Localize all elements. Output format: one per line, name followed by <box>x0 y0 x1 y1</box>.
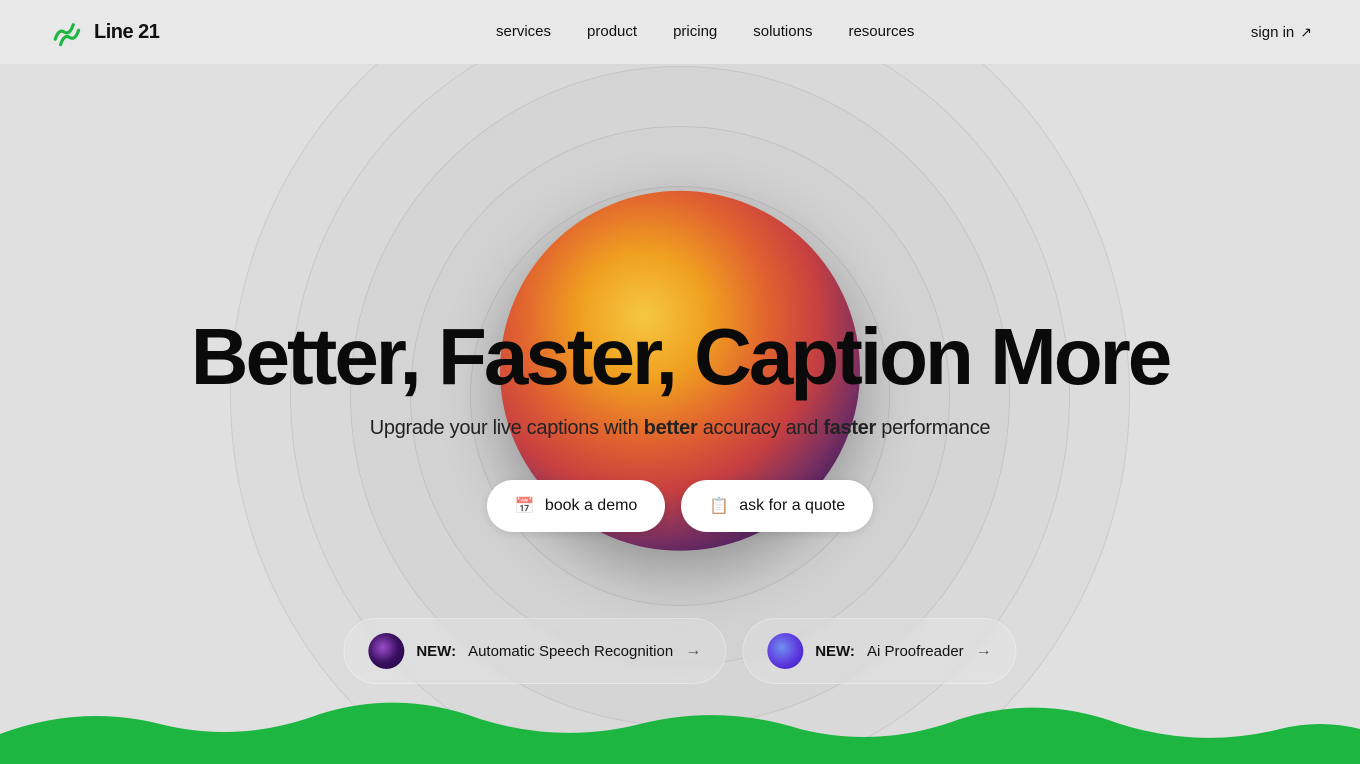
asr-arrow-icon: → <box>685 642 701 660</box>
ai-badge: NEW: <box>815 643 855 660</box>
logo[interactable]: Line 21 <box>48 14 159 50</box>
asr-icon <box>368 633 404 669</box>
sign-in-link[interactable]: sign in ↗ <box>1251 24 1312 41</box>
asr-pill[interactable]: NEW: Automatic Speech Recognition → <box>343 618 726 684</box>
logo-text: Line 21 <box>94 21 159 44</box>
sign-in-arrow-icon: ↗ <box>1300 24 1312 41</box>
asr-label: Automatic Speech Recognition <box>468 643 673 660</box>
ai-icon <box>767 633 803 669</box>
sign-in-label: sign in <box>1251 24 1294 41</box>
hero-title: Better, Faster, Caption More <box>191 317 1169 397</box>
book-demo-label: book a demo <box>545 497 638 515</box>
nav-solutions[interactable]: solutions <box>753 23 812 40</box>
quote-icon: 📋 <box>709 496 729 516</box>
ai-label: Ai Proofreader <box>867 643 964 660</box>
navbar: Line 21 services product pricing solutio… <box>0 0 1360 64</box>
hero-section: Better, Faster, Caption More Upgrade you… <box>0 64 1360 764</box>
nav-product[interactable]: product <box>587 23 637 40</box>
nav-resources[interactable]: resources <box>848 23 914 40</box>
calendar-icon: 📅 <box>515 496 535 516</box>
nav-links: services product pricing solutions resou… <box>496 23 914 41</box>
asr-badge: NEW: <box>416 643 456 660</box>
logo-icon <box>48 14 84 50</box>
ai-arrow-icon: → <box>976 642 992 660</box>
nav-pricing[interactable]: pricing <box>673 23 717 40</box>
ask-quote-button[interactable]: 📋 ask for a quote <box>681 480 873 532</box>
cta-group: 📅 book a demo 📋 ask for a quote <box>487 480 873 532</box>
nav-services[interactable]: services <box>496 23 551 40</box>
book-demo-button[interactable]: 📅 book a demo <box>487 480 665 532</box>
ai-pill[interactable]: NEW: Ai Proofreader → <box>742 618 1016 684</box>
ask-quote-label: ask for a quote <box>739 497 845 515</box>
hero-subtitle: Upgrade your live captions with better a… <box>370 417 990 440</box>
pills-row: NEW: Automatic Speech Recognition → NEW:… <box>343 618 1016 684</box>
